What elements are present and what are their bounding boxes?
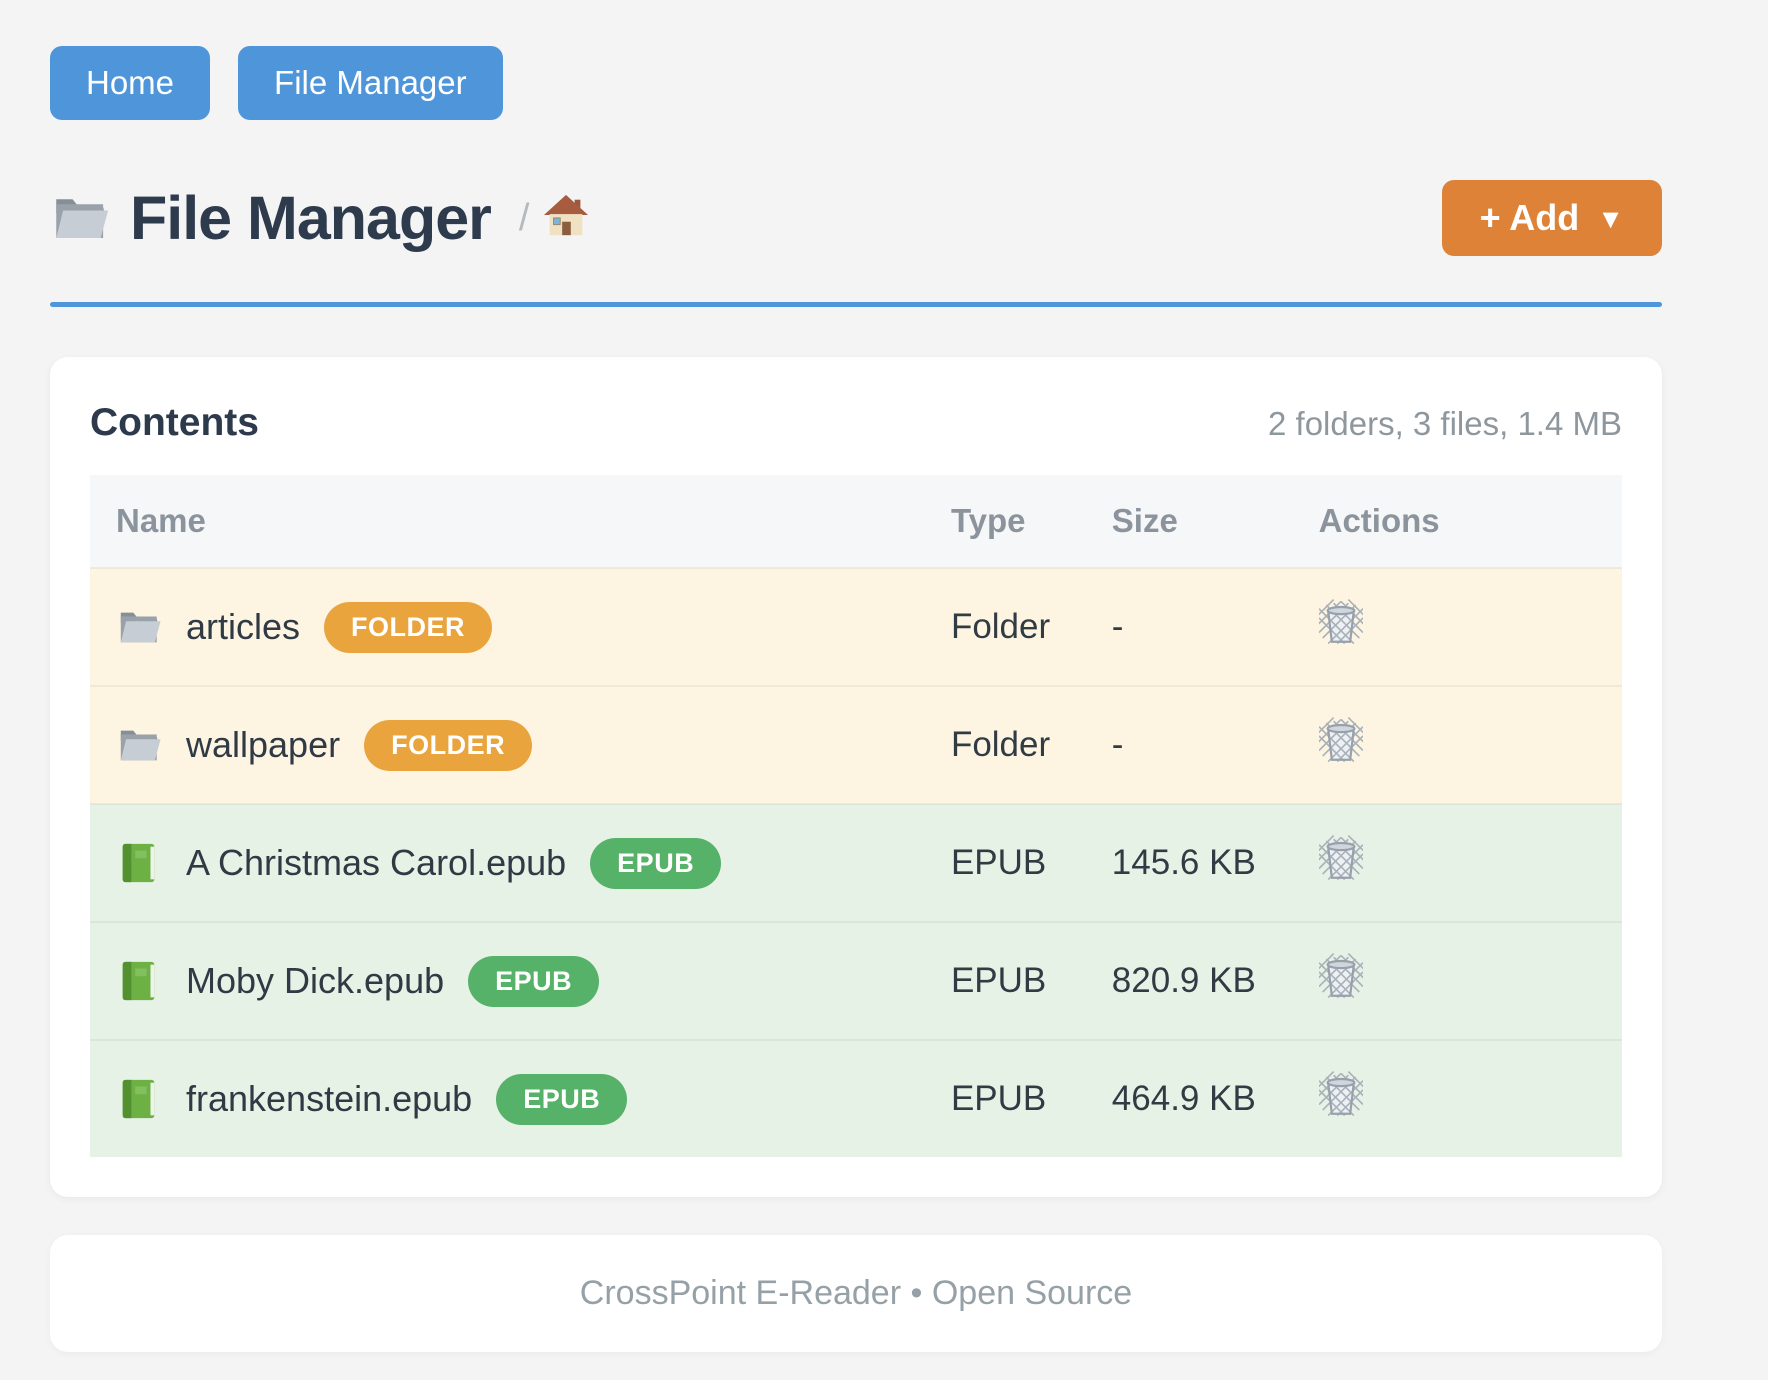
delete-button[interactable] bbox=[1319, 835, 1363, 882]
size-cell: 145.6 KB bbox=[1086, 804, 1293, 922]
green-book-icon bbox=[116, 840, 162, 886]
folder-icon bbox=[50, 188, 110, 248]
footer-text: CrossPoint E-Reader • Open Source bbox=[580, 1274, 1132, 1312]
wastebasket-icon bbox=[1319, 752, 1363, 767]
file-name-link[interactable]: wallpaper bbox=[186, 724, 340, 766]
table-row[interactable]: Moby Dick.epub EPUB EPUB 820.9 KB bbox=[90, 922, 1622, 1040]
type-cell: EPUB bbox=[925, 922, 1086, 1040]
wastebasket-icon bbox=[1319, 870, 1363, 885]
contents-card: Contents 2 folders, 3 files, 1.4 MB Name… bbox=[50, 357, 1662, 1197]
size-cell: - bbox=[1086, 686, 1293, 804]
col-header-type: Type bbox=[925, 475, 1086, 568]
col-header-name: Name bbox=[90, 475, 925, 568]
file-name-link[interactable]: Moby Dick.epub bbox=[186, 960, 444, 1002]
add-button[interactable]: + Add ▼ bbox=[1442, 180, 1662, 256]
folder-icon bbox=[116, 722, 162, 768]
wastebasket-icon bbox=[1319, 988, 1363, 1003]
caret-down-icon: ▼ bbox=[1597, 204, 1624, 235]
table-row[interactable]: frankenstein.epub EPUB EPUB 464.9 KB bbox=[90, 1040, 1622, 1157]
breadcrumb-home-link[interactable] bbox=[543, 193, 589, 244]
house-icon bbox=[543, 193, 589, 244]
card-header: Contents 2 folders, 3 files, 1.4 MB bbox=[90, 401, 1622, 445]
col-header-actions: Actions bbox=[1293, 475, 1622, 568]
type-cell: Folder bbox=[925, 686, 1086, 804]
card-title: Contents bbox=[90, 401, 259, 445]
file-table-body: articles FOLDER Folder - wallpaper FOLDE… bbox=[90, 568, 1622, 1157]
file-table-head: Name Type Size Actions bbox=[90, 475, 1622, 568]
type-badge: FOLDER bbox=[324, 602, 492, 653]
delete-button[interactable] bbox=[1319, 953, 1363, 1000]
size-cell: - bbox=[1086, 568, 1293, 686]
wastebasket-icon bbox=[1319, 634, 1363, 649]
delete-button[interactable] bbox=[1319, 717, 1363, 764]
file-name-link[interactable]: frankenstein.epub bbox=[186, 1078, 472, 1120]
table-row[interactable]: articles FOLDER Folder - bbox=[90, 568, 1622, 686]
page-header: File Manager / + Add ▼ bbox=[50, 180, 1662, 256]
folder-icon bbox=[116, 604, 162, 650]
size-cell: 464.9 KB bbox=[1086, 1040, 1293, 1157]
type-cell: Folder bbox=[925, 568, 1086, 686]
breadcrumb-separator: / bbox=[519, 197, 530, 240]
table-row[interactable]: A Christmas Carol.epub EPUB EPUB 145.6 K… bbox=[90, 804, 1622, 922]
file-manager-page: Home File Manager File Manager / + Add ▼… bbox=[0, 0, 1662, 1352]
nav-file-manager-button[interactable]: File Manager bbox=[238, 46, 503, 120]
col-header-size: Size bbox=[1086, 475, 1293, 568]
type-badge: EPUB bbox=[468, 956, 599, 1007]
delete-button[interactable] bbox=[1319, 1071, 1363, 1118]
type-badge: EPUB bbox=[496, 1074, 627, 1125]
top-nav: Home File Manager bbox=[50, 46, 1662, 120]
title-divider bbox=[50, 302, 1662, 307]
add-button-label: + Add bbox=[1480, 197, 1580, 239]
footer: CrossPoint E-Reader • Open Source bbox=[50, 1235, 1662, 1352]
file-table: Name Type Size Actions articles FOLDER F… bbox=[90, 475, 1622, 1157]
green-book-icon bbox=[116, 958, 162, 1004]
type-badge: EPUB bbox=[590, 838, 721, 889]
file-name-link[interactable]: articles bbox=[186, 606, 300, 648]
file-name-link[interactable]: A Christmas Carol.epub bbox=[186, 842, 566, 884]
size-cell: 820.9 KB bbox=[1086, 922, 1293, 1040]
green-book-icon bbox=[116, 1076, 162, 1122]
page-title: File Manager bbox=[130, 183, 491, 253]
type-cell: EPUB bbox=[925, 804, 1086, 922]
table-row[interactable]: wallpaper FOLDER Folder - bbox=[90, 686, 1622, 804]
type-badge: FOLDER bbox=[364, 720, 532, 771]
delete-button[interactable] bbox=[1319, 599, 1363, 646]
nav-home-button[interactable]: Home bbox=[50, 46, 210, 120]
type-cell: EPUB bbox=[925, 1040, 1086, 1157]
wastebasket-icon bbox=[1319, 1106, 1363, 1121]
contents-summary: 2 folders, 3 files, 1.4 MB bbox=[1268, 405, 1622, 443]
